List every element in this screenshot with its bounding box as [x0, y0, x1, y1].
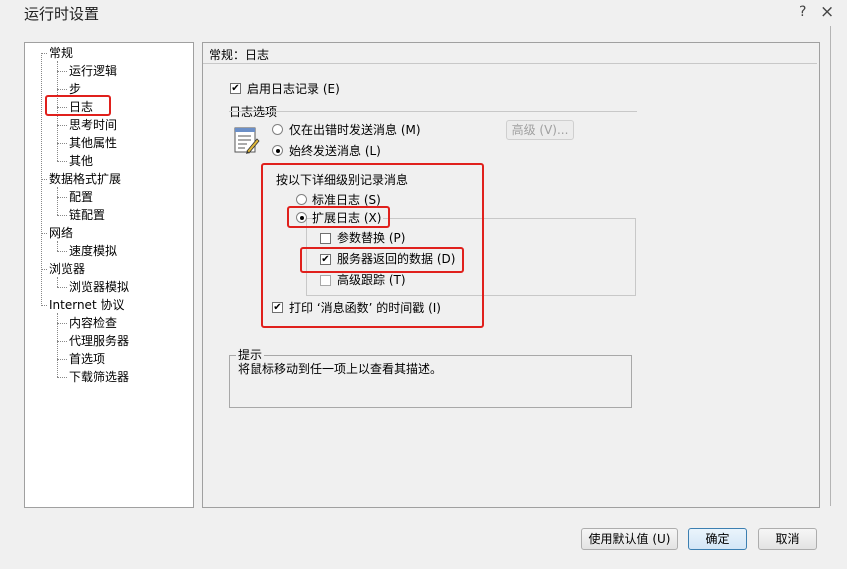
tree-item-speed-simulation[interactable]: 速度模拟 [69, 243, 117, 259]
always-send-label: 始终发送消息 (L) [289, 144, 381, 158]
tree-item-general[interactable]: 常规 [49, 45, 73, 61]
tree-item-proxy[interactable]: 代理服务器 [69, 333, 129, 349]
help-button[interactable]: ? [799, 4, 806, 20]
always-send-radio[interactable] [272, 145, 283, 156]
hint-text: 将鼠标移动到任一项上以查看其描述。 [238, 362, 443, 376]
tree-item-preferences[interactable]: 首选项 [69, 351, 105, 367]
highlight-detail-level-section [261, 163, 484, 328]
enable-logging-checkbox[interactable]: ✔ [230, 83, 241, 94]
tree-item-misc-attributes[interactable]: 其他属性 [69, 135, 117, 151]
ok-button[interactable]: 确定 [688, 528, 747, 550]
tree-item-download-filters[interactable]: 下载筛选器 [69, 369, 129, 385]
log-options-divider [229, 111, 637, 112]
tree-item-browser[interactable]: 浏览器 [49, 261, 85, 277]
tree-item-run-logic[interactable]: 运行逻辑 [69, 63, 117, 79]
highlight-server-returned-data [300, 247, 464, 273]
window-edge-line [830, 26, 831, 506]
close-button[interactable]: × [820, 2, 834, 22]
log-options-title: 日志选项 [229, 105, 278, 119]
enable-logging-label: 启用日志记录 (E) [247, 82, 340, 96]
highlight-extended-log [287, 206, 390, 228]
tree-item-chain-configuration[interactable]: 链配置 [69, 207, 105, 223]
cancel-button[interactable]: 取消 [758, 528, 817, 550]
log-notepad-icon [234, 127, 260, 154]
title-bar [0, 0, 847, 26]
highlight-log-tree-item [45, 95, 111, 116]
hint-title: 提示 [236, 348, 265, 362]
send-on-error-radio[interactable] [272, 124, 283, 135]
tree-item-configuration[interactable]: 配置 [69, 189, 93, 205]
advanced-button[interactable]: 高级 (V)... [506, 120, 574, 140]
tree-item-content-check[interactable]: 内容检查 [69, 315, 117, 331]
tree-item-think-time[interactable]: 思考时间 [69, 117, 117, 133]
window-title: 运行时设置 [24, 5, 100, 23]
tree-item-browser-emulation[interactable]: 浏览器模拟 [69, 279, 129, 295]
tree-item-data-format-extension[interactable]: 数据格式扩展 [49, 171, 121, 187]
panel-header-title: 常规：日志 [209, 48, 270, 62]
tree-item-network[interactable]: 网络 [49, 225, 73, 241]
send-on-error-label: 仅在出错时发送消息 (M) [289, 123, 421, 137]
use-defaults-button[interactable]: 使用默认值 (U) [581, 528, 678, 550]
tree-item-internet-protocol[interactable]: Internet 协议 [49, 297, 124, 313]
tree-item-miscellaneous[interactable]: 其他 [69, 153, 93, 169]
panel-header-bar [203, 43, 817, 64]
